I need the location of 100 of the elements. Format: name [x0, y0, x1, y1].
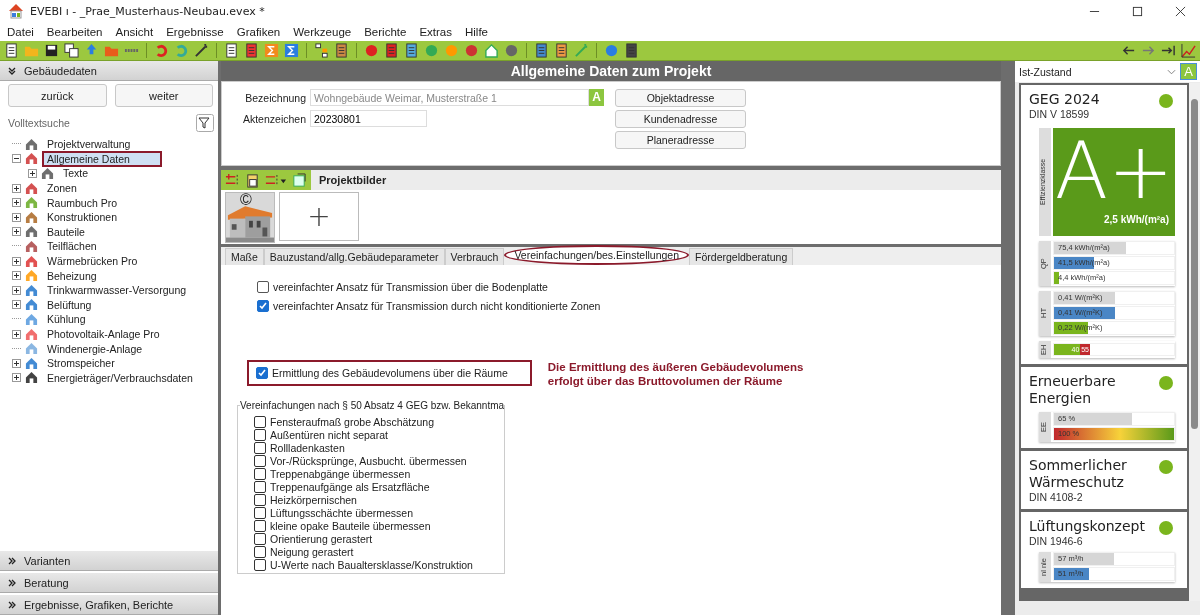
menu-item[interactable]: Extras: [419, 25, 452, 38]
add-image-icon[interactable]: [225, 172, 240, 188]
tree-item[interactable]: Trinkwarmwasser-Versorgung: [42, 282, 192, 299]
expander-icon[interactable]: [12, 285, 21, 295]
card-subtitle: DIN 4108-2: [1029, 491, 1084, 503]
copy-icon[interactable]: [64, 43, 79, 58]
tree-item[interactable]: Kühlung: [42, 311, 91, 328]
tree-item[interactable]: Energieträger/Verbrauchsdaten: [42, 369, 198, 386]
address-button[interactable]: Kundenadresse: [615, 110, 746, 128]
checkbox[interactable]: [257, 281, 269, 293]
chevron-right-icon: [8, 578, 16, 587]
checkbox[interactable]: [254, 545, 266, 558]
section-header[interactable]: Varianten: [0, 549, 218, 571]
maximize-icon[interactable]: [1132, 5, 1143, 17]
tree-item[interactable]: Stromspeicher: [42, 355, 120, 372]
filter-icon[interactable]: [196, 114, 214, 132]
tree-item[interactable]: Photovoltaik-Anlage Pro: [42, 326, 165, 342]
checkbox-label: Heizkörpernischen: [270, 493, 357, 506]
menu-item[interactable]: Datei: [7, 25, 34, 38]
input-field[interactable]: 20230801: [310, 110, 427, 127]
menu-item[interactable]: Bearbeiten: [46, 25, 103, 38]
tab[interactable]: Vereinfachungen/bes.Einstellungen: [504, 245, 690, 265]
variant-dropdown[interactable]: Ist-Zustand: [1019, 64, 1176, 79]
tree-item[interactable]: Zonen: [42, 180, 82, 197]
undo-icon[interactable]: [154, 43, 169, 58]
expander-icon[interactable]: [12, 358, 21, 368]
section-header[interactable]: Beratung: [0, 571, 218, 593]
tab[interactable]: Maße: [225, 248, 264, 265]
house-icon[interactable]: [484, 43, 499, 58]
expander-icon[interactable]: [12, 183, 21, 193]
tree-item[interactable]: Projektverwaltung: [42, 136, 136, 153]
menu-item[interactable]: Berichte: [364, 25, 407, 38]
checkbox[interactable]: [254, 415, 266, 428]
tree-item[interactable]: Konstruktionen: [42, 209, 123, 226]
tree-item[interactable]: Windenergie-Anlage: [42, 340, 148, 357]
checkbox[interactable]: [254, 532, 266, 545]
address-button[interactable]: Objektadresse: [615, 89, 746, 107]
expander-icon[interactable]: [12, 212, 21, 222]
scrollbar[interactable]: [1189, 83, 1200, 601]
tree-item[interactable]: Belüftung: [42, 296, 97, 313]
checkbox[interactable]: [254, 441, 266, 454]
chart-icon[interactable]: [1181, 43, 1196, 58]
next-button[interactable]: weiter: [114, 84, 213, 107]
checkbox[interactable]: [254, 467, 266, 480]
checkbox[interactable]: [254, 480, 266, 493]
tab[interactable]: Fördergeldberatung: [689, 248, 794, 265]
tree-item[interactable]: Teilflächen: [42, 238, 102, 255]
tree-item[interactable]: Texte: [58, 165, 94, 182]
expander-icon[interactable]: [12, 198, 21, 208]
checkbox[interactable]: [254, 428, 266, 441]
tab[interactable]: Verbrauch: [444, 248, 505, 265]
menu-item[interactable]: Ergebnisse: [166, 25, 224, 38]
menu-item[interactable]: Werkzeuge: [293, 25, 352, 38]
section-title: Beratung: [24, 576, 69, 589]
sum-icon[interactable]: [284, 43, 299, 58]
save-icon[interactable]: [44, 43, 59, 58]
expander-icon[interactable]: [28, 169, 37, 178]
magic-wand-icon[interactable]: [194, 43, 209, 58]
checkbox[interactable]: [254, 558, 266, 571]
checkbox[interactable]: [254, 506, 266, 519]
tree-item[interactable]: Beheizung: [42, 267, 102, 284]
report-icon[interactable]: [534, 43, 549, 58]
checkbox[interactable]: [256, 367, 268, 379]
checkbox[interactable]: [254, 519, 266, 532]
new-document-icon[interactable]: [4, 43, 19, 58]
section-header[interactable]: Ergebnisse, Grafiken, Berichte: [0, 593, 218, 615]
menu-item[interactable]: Ansicht: [115, 25, 154, 38]
menu-item[interactable]: Grafiken: [236, 25, 281, 38]
address-button[interactable]: Planeradresse: [615, 131, 746, 149]
checkbox[interactable]: [257, 300, 269, 312]
expander-icon[interactable]: [12, 373, 21, 383]
sort-dropdown-icon[interactable]: [265, 172, 287, 188]
hierarchy-icon[interactable]: [314, 43, 329, 58]
result-card[interactable]: Sommerlicher Wärmeschutz DIN 4108-2: [1021, 451, 1187, 509]
close-icon[interactable]: [1175, 5, 1186, 17]
checkbox[interactable]: [254, 454, 266, 467]
list-icon[interactable]: [334, 43, 349, 58]
expander-icon[interactable]: [12, 271, 21, 281]
expander-icon[interactable]: [12, 329, 21, 339]
clipboard-icon[interactable]: [245, 172, 260, 188]
input-field[interactable]: Wohngebäude Weimar, Musterstraße 1: [310, 89, 589, 106]
expander-icon[interactable]: [12, 300, 21, 310]
menu-item[interactable]: Hilfe: [464, 25, 488, 38]
tree-item[interactable]: Allgemeine Daten: [42, 150, 162, 167]
section-header[interactable]: Gebäudedaten: [0, 61, 218, 81]
back-button[interactable]: zurück: [8, 84, 107, 107]
tree-item[interactable]: Wärmebrücken Pro: [42, 253, 143, 270]
jump-to-end-icon[interactable]: [1161, 43, 1176, 58]
expander-icon[interactable]: [12, 154, 21, 164]
tree-item[interactable]: Raumbuch Pro: [42, 194, 123, 211]
chevron-down-icon: [8, 66, 16, 75]
expander-icon[interactable]: [12, 256, 21, 266]
checkbox[interactable]: [254, 493, 266, 506]
tab[interactable]: Bauzustand/allg.Gebäudeparameter: [263, 248, 445, 265]
checkbox-label: Lüftungsschächte übermessen: [270, 506, 413, 519]
image-export-icon[interactable]: [292, 172, 307, 188]
checkbox-label: Fensteraufmaß grobe Abschätzung: [270, 415, 434, 428]
expander-icon[interactable]: [12, 227, 21, 237]
tree-item[interactable]: Bauteile: [42, 223, 90, 240]
add-image-button[interactable]: +: [279, 192, 359, 241]
